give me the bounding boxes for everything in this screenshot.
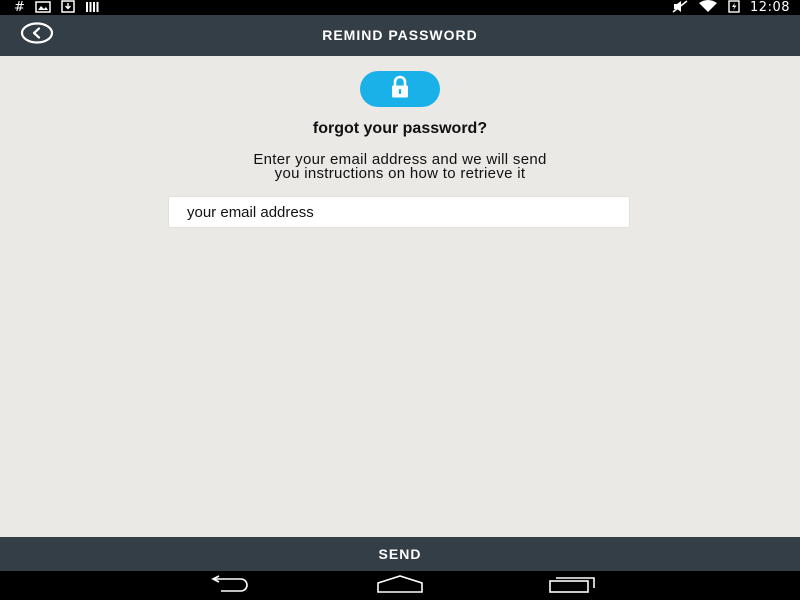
page-title: REMIND PASSWORD — [322, 27, 478, 43]
lock-icon — [389, 75, 411, 104]
email-field[interactable] — [168, 196, 630, 228]
back-nav-icon — [207, 574, 253, 598]
nav-bar — [0, 571, 800, 600]
send-button[interactable]: SEND — [0, 537, 800, 571]
back-circle-icon — [20, 21, 54, 49]
status-bar-left: # — [14, 0, 99, 15]
back-button[interactable] — [20, 21, 54, 49]
action-bar: REMIND PASSWORD — [0, 15, 800, 56]
nav-recents-button[interactable] — [547, 575, 597, 597]
status-bar-right: 12:08 — [672, 0, 790, 15]
status-bar: # 12:08 — [0, 0, 800, 15]
hash-icon: # — [14, 0, 25, 15]
recents-nav-icon — [548, 575, 596, 598]
status-time: 12:08 — [750, 0, 790, 15]
nav-back-button[interactable] — [205, 574, 255, 598]
lock-badge — [360, 71, 440, 107]
home-nav-icon — [375, 574, 425, 598]
nav-home-button[interactable] — [375, 574, 425, 598]
instructions-line-2: you instructions on how to retrieve it — [274, 165, 526, 182]
heading: forgot your password? — [312, 120, 488, 137]
instructions-text: Enter your email address and we will sen… — [150, 152, 650, 182]
screen: # 12:08 REMIND PASSWORD forgot your pass… — [0, 0, 800, 600]
